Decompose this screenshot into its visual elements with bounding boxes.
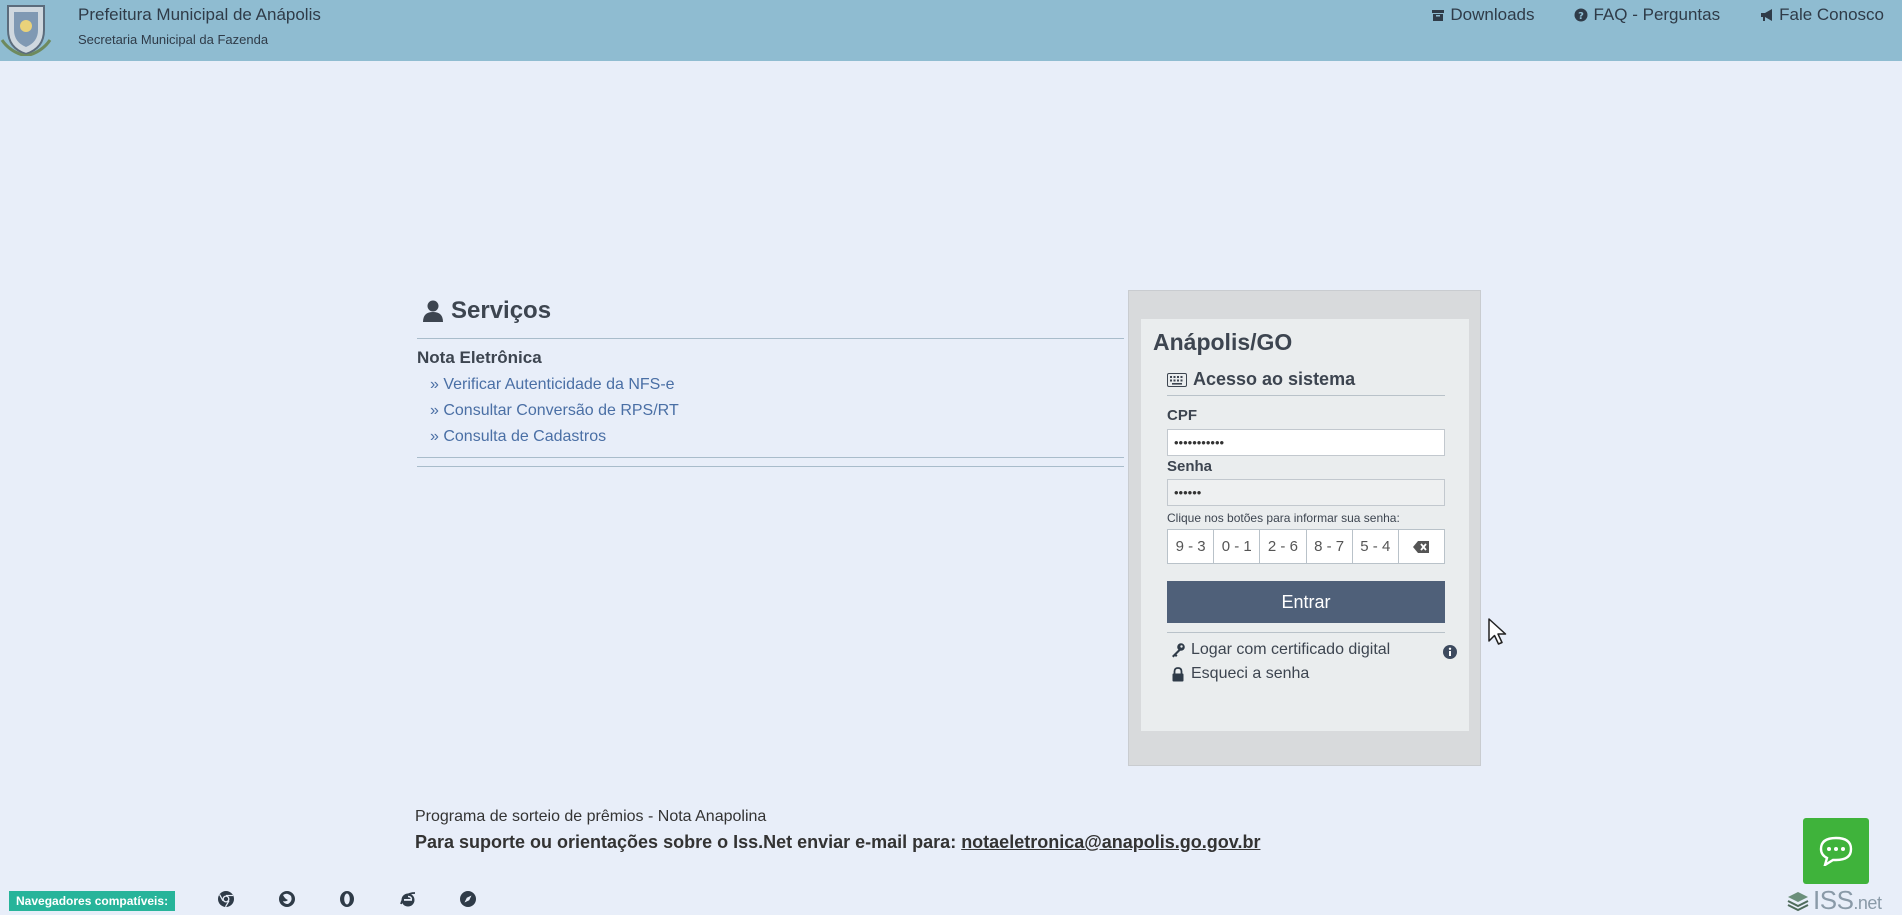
- enter-button[interactable]: Entrar: [1167, 581, 1445, 623]
- user-icon: [423, 300, 443, 322]
- nav-downloads[interactable]: Downloads: [1431, 5, 1534, 25]
- cpf-label: CPF: [1167, 407, 1197, 424]
- link-registry-lookup[interactable]: » Consulta de Cadastros: [430, 424, 1124, 450]
- bullhorn-icon: [1761, 9, 1773, 21]
- issnet-logo: ISS.net: [1786, 885, 1882, 915]
- brand-suffix: .net: [1853, 893, 1882, 913]
- keypad-key[interactable]: 2 - 6: [1260, 530, 1307, 563]
- city-coat-of-arms-icon: [0, 5, 52, 56]
- keypad-key[interactable]: 9 - 3: [1168, 530, 1215, 563]
- chrome-icon[interactable]: [217, 890, 235, 908]
- nav-faq[interactable]: ? FAQ - Perguntas: [1574, 5, 1720, 25]
- info-icon[interactable]: [1443, 645, 1457, 659]
- forgot-password-label: Esqueci a senha: [1191, 665, 1310, 682]
- cpf-input[interactable]: [1167, 429, 1445, 456]
- org-subtitle: Secretaria Municipal da Fazenda: [78, 32, 269, 47]
- divider: [417, 466, 1124, 467]
- svg-text:?: ?: [1579, 11, 1585, 22]
- nav-faq-label: FAQ - Perguntas: [1593, 5, 1721, 24]
- section-nota-eletronica: Nota Eletrônica: [417, 348, 542, 367]
- top-nav: Downloads ? FAQ - Perguntas Fale Conosco: [1431, 5, 1884, 25]
- link-rps-conversion[interactable]: » Consultar Conversão de RPS/RT: [430, 398, 1124, 424]
- compatible-browsers-badge: Navegadores compatíveis:: [9, 891, 176, 911]
- org-title: Prefeitura Municipal de Anápolis: [78, 5, 321, 24]
- password-keypad: 9 - 3 0 - 1 2 - 6 8 - 7 5 - 4: [1167, 529, 1445, 564]
- divider: [1167, 632, 1445, 633]
- login-panel: Anápolis/GO Acesso ao sistema CPF Senha …: [1128, 290, 1481, 766]
- nav-contact[interactable]: Fale Conosco: [1760, 5, 1884, 25]
- prize-program-text: Programa de sorteio de prêmios - Nota An…: [415, 808, 767, 825]
- safari-icon[interactable]: [459, 890, 477, 908]
- top-header: Prefeitura Municipal de Anápolis Secreta…: [0, 0, 1902, 61]
- issnet-brand: ISS.net: [1813, 885, 1882, 915]
- keypad-key[interactable]: 0 - 1: [1214, 530, 1261, 563]
- chat-button[interactable]: [1803, 818, 1869, 884]
- password-label: Senha: [1167, 458, 1213, 475]
- password-input[interactable]: [1167, 479, 1445, 506]
- lock-icon: [1172, 666, 1184, 681]
- opera-icon[interactable]: [338, 890, 356, 908]
- forgot-password-link[interactable]: Esqueci a senha: [1171, 665, 1309, 683]
- login-box: Anápolis/GO Acesso ao sistema CPF Senha …: [1141, 319, 1469, 731]
- services-title: Serviços: [451, 297, 552, 324]
- city-title: Anápolis/GO: [1153, 329, 1293, 355]
- brand-name: ISS: [1813, 885, 1854, 915]
- access-title: Acesso ao sistema: [1193, 369, 1356, 389]
- box-icon: [1432, 10, 1445, 21]
- digital-certificate-link[interactable]: Logar com certificado digital: [1171, 641, 1390, 659]
- key-icon: [1172, 642, 1185, 657]
- nav-downloads-label: Downloads: [1450, 5, 1535, 24]
- digital-certificate-label: Logar com certificado digital: [1191, 641, 1391, 658]
- keypad-hint: Clique nos botões para informar sua senh…: [1167, 511, 1400, 525]
- divider: [417, 457, 1124, 458]
- nav-contact-label: Fale Conosco: [1779, 5, 1884, 24]
- keypad-backspace[interactable]: [1399, 530, 1444, 563]
- support-text: Para suporte ou orientações sobre o Iss.…: [415, 832, 1260, 853]
- firefox-icon[interactable]: [278, 890, 296, 908]
- stacked-layers-icon: [1787, 891, 1809, 911]
- keypad-key[interactable]: 8 - 7: [1307, 530, 1353, 563]
- chat-bubble-icon: [1819, 836, 1853, 866]
- keyboard-icon: [1167, 372, 1187, 387]
- service-links: » Verificar Autenticidade da NFS-e » Con…: [417, 372, 1124, 450]
- access-heading: Acesso ao sistema: [1167, 369, 1355, 390]
- backspace-icon: [1413, 540, 1430, 553]
- keypad-key[interactable]: 5 - 4: [1353, 530, 1399, 563]
- mouse-cursor-icon: [1488, 618, 1507, 645]
- divider: [1167, 395, 1445, 396]
- support-message: Para suporte ou orientações sobre o Iss.…: [415, 832, 962, 852]
- services-panel: Serviços Nota Eletrônica » Verificar Aut…: [417, 296, 1124, 467]
- services-heading: Serviços: [417, 296, 1124, 326]
- question-circle-icon: ?: [1574, 8, 1588, 22]
- divider: [417, 338, 1124, 339]
- support-email-link[interactable]: notaeletronica@anapolis.go.gov.br: [961, 832, 1260, 852]
- ie-icon[interactable]: [399, 890, 417, 908]
- link-verify-nfse[interactable]: » Verificar Autenticidade da NFS-e: [430, 372, 1124, 398]
